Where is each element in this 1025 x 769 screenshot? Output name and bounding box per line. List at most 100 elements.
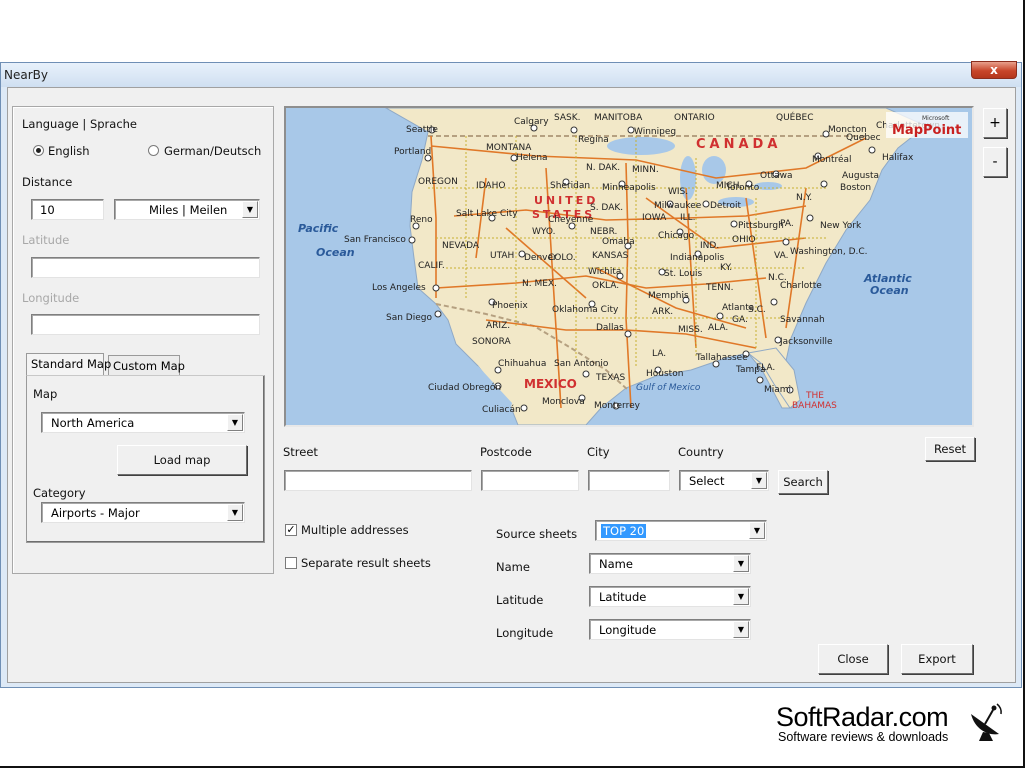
country-select-value: Select	[689, 474, 725, 488]
chevron-down-icon[interactable]: ▼	[733, 555, 749, 572]
postcode-label: Postcode	[480, 445, 532, 459]
label-st-louis: St. Louis	[664, 269, 703, 279]
tab-standard-map[interactable]: Standard Map	[26, 353, 111, 375]
label-ind: IND.	[700, 241, 719, 251]
source-sheets-label: Source sheets	[496, 527, 578, 541]
source-sheets-value: TOP 20	[601, 524, 647, 538]
category-select[interactable]: Airports - Major ▼	[41, 502, 245, 523]
street-label: Street	[283, 445, 318, 459]
label-calgary: Calgary	[514, 117, 549, 127]
chevron-down-icon[interactable]: ▼	[227, 414, 243, 431]
label-nebr: NEBR.	[590, 227, 617, 237]
label-ottawa: Ottawa	[760, 171, 793, 181]
distance-label: Distance	[22, 175, 73, 189]
zoom-in-button[interactable]: +	[983, 108, 1007, 138]
label-boston: Boston	[840, 183, 871, 193]
german-radio-label[interactable]: German/Deutsch	[164, 144, 261, 158]
label-augusta: Augusta	[842, 171, 879, 181]
dialog-client-area: Language | Sprache English German/Deutsc…	[7, 87, 1016, 683]
latitude-column-label: Latitude	[496, 593, 544, 607]
search-button[interactable]: Search	[778, 470, 828, 494]
name-label: Name	[496, 560, 530, 574]
label-kansas: KANSAS	[592, 251, 629, 261]
watermark-tagline: Software reviews & downloads	[778, 730, 949, 744]
language-label: Language | Sprache	[22, 117, 137, 131]
country-select[interactable]: Select ▼	[679, 470, 769, 491]
label-bahamas: BAHAMAS	[792, 401, 837, 411]
latitude-input[interactable]	[31, 257, 260, 278]
label-salt-lake-city: Salt Lake City	[456, 209, 518, 219]
label-united: UNITED	[534, 194, 598, 207]
longitude-input[interactable]	[31, 314, 260, 335]
city-input[interactable]	[588, 470, 670, 491]
title-bar[interactable]: NearBy x	[1, 61, 1021, 87]
chevron-down-icon[interactable]: ▼	[242, 201, 258, 218]
label-atlantic-ocean: Ocean	[870, 284, 909, 297]
label-wyo: WYO.	[532, 227, 555, 237]
separate-sheets-label[interactable]: Separate result sheets	[301, 556, 431, 570]
label-seattle: Seattle	[406, 125, 438, 135]
label-dallas: Dallas	[596, 323, 624, 333]
close-button[interactable]: Close	[818, 644, 888, 674]
latitude-column-select[interactable]: Latitude ▼	[589, 586, 751, 607]
label-ark: ARK.	[652, 307, 673, 317]
multiple-addresses-label[interactable]: Multiple addresses	[301, 523, 409, 537]
chevron-down-icon[interactable]: ▼	[733, 588, 749, 605]
tab-custom-map[interactable]: Custom Map	[108, 355, 185, 375]
load-map-button[interactable]: Load map	[117, 445, 247, 475]
label-sheridan: Sheridan	[550, 181, 590, 191]
chevron-down-icon[interactable]: ▼	[227, 504, 243, 521]
label-san-diego: San Diego	[386, 313, 432, 323]
postcode-input[interactable]	[481, 470, 579, 491]
label-canada: CANADA	[696, 137, 781, 152]
reset-button[interactable]: Reset	[925, 437, 975, 461]
separate-sheets-checkbox[interactable]	[285, 557, 297, 569]
multiple-addresses-checkbox[interactable]: ✓	[285, 524, 297, 536]
english-radio-label[interactable]: English	[48, 144, 90, 158]
label-indianapolis: Indianapolis	[670, 253, 725, 263]
label-minneapolis: Minneapolis	[602, 183, 656, 193]
label-ciudad-obregon: Ciudad Obregón	[428, 382, 501, 393]
label-tampa: Tampa	[735, 365, 766, 375]
german-radio[interactable]	[148, 145, 159, 156]
label-san-francisco: San Francisco	[344, 235, 406, 245]
label-sonora: SONORA	[472, 337, 512, 347]
close-window-button[interactable]: x	[971, 61, 1017, 79]
softradar-watermark: SoftRadar.com Software reviews & downloa…	[775, 700, 1015, 748]
name-column-select[interactable]: Name ▼	[589, 553, 751, 574]
map-view[interactable]: CANADA UNITED STATES MEXICO THE BAHAMAS …	[284, 106, 974, 427]
longitude-column-value: Longitude	[599, 623, 657, 637]
english-radio[interactable]	[33, 145, 44, 156]
distance-input[interactable]: 10	[31, 199, 104, 220]
label-atlanta: Atlanta	[722, 303, 754, 313]
label-pacific-ocean: Ocean	[316, 246, 355, 259]
city-label: City	[587, 445, 610, 459]
north-america-map[interactable]: CANADA UNITED STATES MEXICO THE BAHAMAS …	[286, 108, 972, 425]
label-va: VA.	[774, 251, 788, 261]
label-ky: KY.	[720, 263, 732, 273]
label-ontario: ONTARIO	[674, 113, 715, 123]
longitude-column-select[interactable]: Longitude ▼	[589, 619, 751, 640]
label-chihuahua: Chihuahua	[498, 359, 546, 369]
chevron-down-icon[interactable]: ▼	[733, 621, 749, 638]
export-button[interactable]: Export	[901, 644, 973, 674]
nearby-window: NearBy x Language | Sprache English Germ…	[0, 61, 1022, 688]
label-s-dak: S. DAK.	[590, 203, 623, 213]
distance-unit-select[interactable]: Miles | Meilen ▼	[114, 199, 260, 220]
label-wichita: Wichita	[588, 267, 621, 277]
zoom-out-button[interactable]: -	[983, 147, 1007, 177]
mappoint-logo: Microsoft MapPoint	[886, 112, 968, 138]
chevron-down-icon[interactable]: ▼	[749, 522, 765, 539]
street-input[interactable]	[284, 470, 472, 491]
label-halifax: Halifax	[882, 153, 914, 163]
label-mexico: MEXICO	[524, 377, 577, 391]
latitude-label: Latitude	[22, 233, 70, 247]
label-quebec: QUÉBEC	[776, 111, 814, 123]
source-sheets-select[interactable]: TOP 20 ▼	[595, 520, 767, 541]
label-chicago: Chicago	[658, 231, 695, 241]
chevron-down-icon[interactable]: ▼	[751, 472, 767, 489]
map-select[interactable]: North America ▼	[41, 412, 245, 433]
watermark-brand: SoftRadar.com	[776, 702, 949, 732]
label-utah: UTAH	[490, 251, 514, 261]
label-jacksonville: Jacksonville	[779, 337, 833, 347]
